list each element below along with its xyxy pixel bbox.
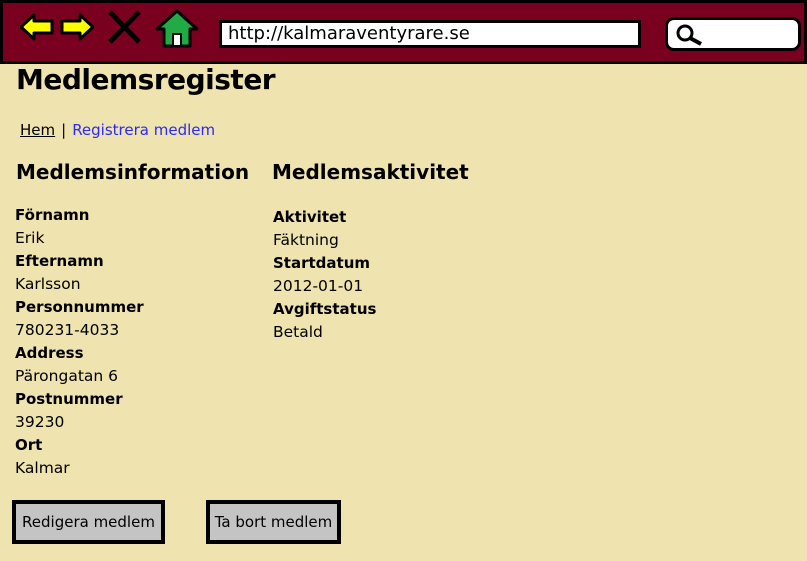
- field-label: Personnummer: [15, 298, 144, 316]
- field-label: Ort: [15, 436, 43, 454]
- member-activity-heading: Medlemsaktivitet: [272, 160, 469, 184]
- field-city: Ort Kalmar: [15, 434, 144, 480]
- field-value: 39230: [15, 413, 65, 431]
- member-activity-list: Aktivitet Fäktning Startdatum 2012-01-01…: [273, 206, 376, 344]
- home-icon[interactable]: [154, 9, 200, 53]
- field-start-date: Startdatum 2012-01-01: [273, 252, 376, 298]
- field-activity: Aktivitet Fäktning: [273, 206, 376, 252]
- breadcrumb-home-link[interactable]: Hem: [20, 121, 55, 139]
- address-bar-url: http://kalmaraventyrare.se: [228, 23, 470, 44]
- field-value: 2012-01-01: [273, 277, 364, 295]
- field-label: Address: [15, 344, 84, 362]
- field-value: Fäktning: [273, 231, 339, 249]
- field-label: Startdatum: [273, 254, 371, 272]
- breadcrumb-register-link[interactable]: Registrera medlem: [72, 121, 215, 139]
- page-title: Medlemsregister: [16, 63, 276, 96]
- close-x-icon[interactable]: [106, 9, 144, 49]
- field-fee-status: Avgiftstatus Betald: [273, 298, 376, 344]
- field-value: Betald: [273, 323, 323, 341]
- search-magnifier-icon: [674, 23, 706, 51]
- field-personal-number: Personnummer 780231-4033: [15, 296, 144, 342]
- forward-arrow-icon[interactable]: [60, 13, 95, 45]
- field-value: Kalmar: [15, 459, 70, 477]
- field-label: Förnamn: [15, 206, 90, 224]
- field-first-name: Förnamn Erik: [15, 204, 144, 250]
- breadcrumb-separator: |: [61, 121, 67, 139]
- breadcrumb: Hem | Registrera medlem: [20, 120, 215, 140]
- field-last-name: Efternamn Karlsson: [15, 250, 144, 296]
- delete-member-button[interactable]: Ta bort medlem: [206, 500, 341, 544]
- address-bar[interactable]: http://kalmaraventyrare.se: [219, 20, 641, 48]
- field-value: 780231-4033: [15, 321, 120, 339]
- field-postal-code: Postnummer 39230: [15, 388, 144, 434]
- back-arrow-icon[interactable]: [19, 13, 54, 45]
- field-label: Avgiftstatus: [273, 300, 377, 318]
- field-value: Erik: [15, 229, 45, 247]
- edit-member-button[interactable]: Redigera medlem: [12, 500, 165, 544]
- field-value: Pärongatan 6: [15, 367, 119, 385]
- field-address: Address Pärongatan 6: [15, 342, 144, 388]
- member-info-heading: Medlemsinformation: [16, 160, 250, 184]
- field-value: Karlsson: [15, 275, 81, 293]
- field-label: Efternamn: [15, 252, 104, 270]
- field-label: Aktivitet: [273, 208, 347, 226]
- search-field[interactable]: [665, 17, 801, 51]
- field-label: Postnummer: [15, 390, 123, 408]
- member-info-list: Förnamn Erik Efternamn Karlsson Personnu…: [15, 204, 144, 480]
- browser-toolbar: http://kalmaraventyrare.se: [0, 0, 807, 64]
